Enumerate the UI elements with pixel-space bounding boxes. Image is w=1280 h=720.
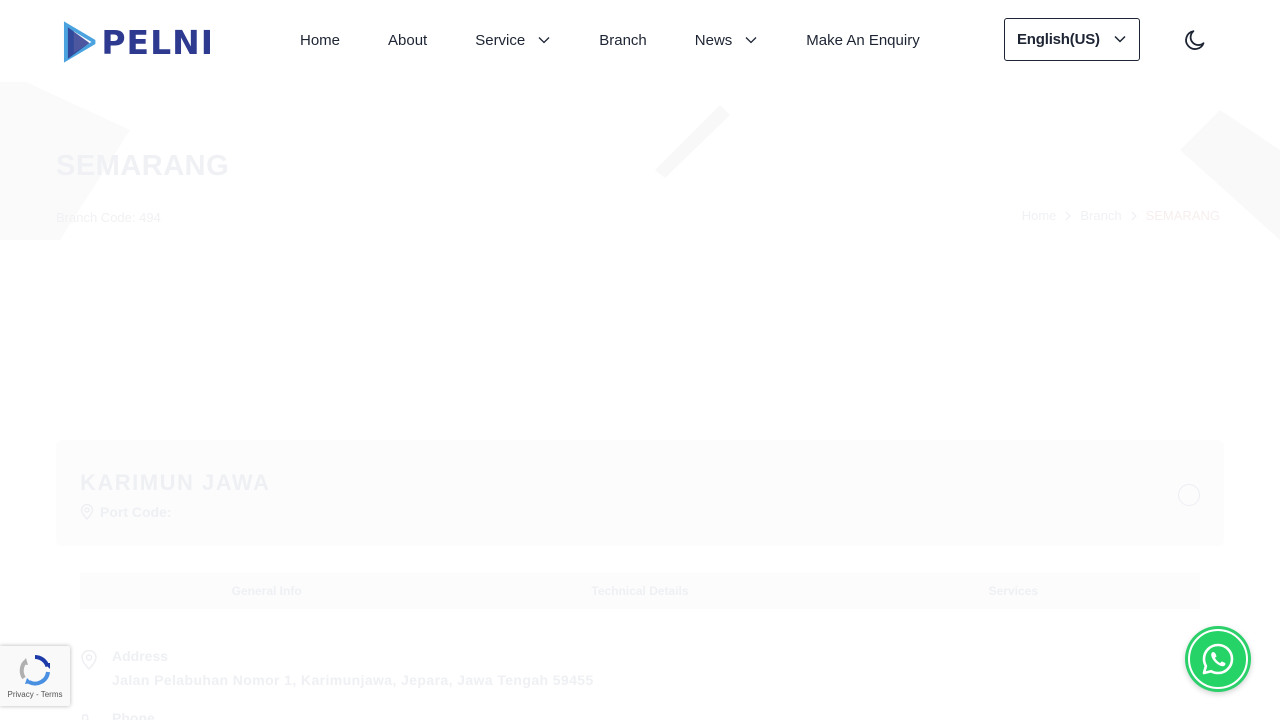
phone-row: Phone [80,710,155,720]
chevron-down-icon [537,33,551,47]
breadcrumb-current: SEMARANG [1145,208,1220,223]
breadcrumb-branch[interactable]: Branch [1080,208,1121,223]
address-value: Jalan Pelabuhan Nomor 1, Karimunjawa, Je… [112,672,594,688]
whatsapp-icon [1202,643,1234,675]
address-label: Address [112,648,169,664]
moon-icon[interactable] [1182,26,1210,54]
tab-technical-details[interactable]: Technical Details [453,573,826,609]
map-pin-icon [80,504,94,520]
nav-service-label: Service [475,31,526,49]
logo-mark-icon [63,21,96,63]
whatsapp-button-inner [1188,629,1248,689]
tab-services[interactable]: Services [827,573,1200,609]
whatsapp-button[interactable] [1185,626,1251,692]
address-row: Address Jalan Pelabuhan Nomor 1, Karimun… [80,648,594,688]
nav-news-label: News [694,31,733,49]
nav-service[interactable]: Service [475,32,551,49]
nav-make-an-enquiry[interactable]: Make An Enquiry [806,32,919,49]
recaptcha-separator: - [33,690,41,699]
chevron-right-icon [1130,211,1138,221]
recaptcha-icon [19,655,50,686]
nav-branch[interactable]: Branch [599,32,647,49]
phone-label: Phone [112,710,155,720]
main-nav: Home About Service Branch News Make An E… [300,28,920,52]
recaptcha-privacy-link[interactable]: Privacy [8,690,34,699]
port-card[interactable]: KARIMUN JAWA Port Code: [56,440,1224,546]
nav-home[interactable]: Home [300,32,340,49]
branch-code: Branch Code: 494 [56,210,161,225]
language-selected-value: English(US) [1017,31,1100,48]
site-header: PELNI Home About Service Branch News Mak… [0,0,1280,82]
card-toggle-button[interactable] [1178,484,1200,506]
nav-news[interactable]: News [695,32,759,49]
tab-general-info[interactable]: General Info [80,573,453,609]
map-pin-icon [81,650,97,670]
page-title: SEMARANG [56,150,230,182]
port-tabs: General Info Technical Details Services [80,573,1200,609]
language-select[interactable]: English(US) [1004,18,1140,61]
recaptcha-badge[interactable]: Privacy - Terms [0,646,70,706]
recaptcha-links: Privacy - Terms [0,690,70,699]
background-decoration [655,105,730,178]
chevron-down-icon [1113,32,1127,46]
recaptcha-terms-link[interactable]: Terms [41,690,63,699]
nav-about[interactable]: About [388,32,427,49]
breadcrumb-home[interactable]: Home [1022,208,1057,223]
breadcrumb: Home Branch SEMARANG [1022,208,1220,223]
chevron-down-icon [744,33,758,47]
port-code-label: Port Code: [100,504,172,520]
phone-icon [81,714,89,720]
pelni-logo[interactable]: PELNI [62,18,214,66]
chevron-right-icon [1064,211,1072,221]
logo-text: PELNI [101,22,214,62]
port-name: KARIMUN JAWA [80,470,271,495]
port-code: Port Code: [80,504,172,520]
